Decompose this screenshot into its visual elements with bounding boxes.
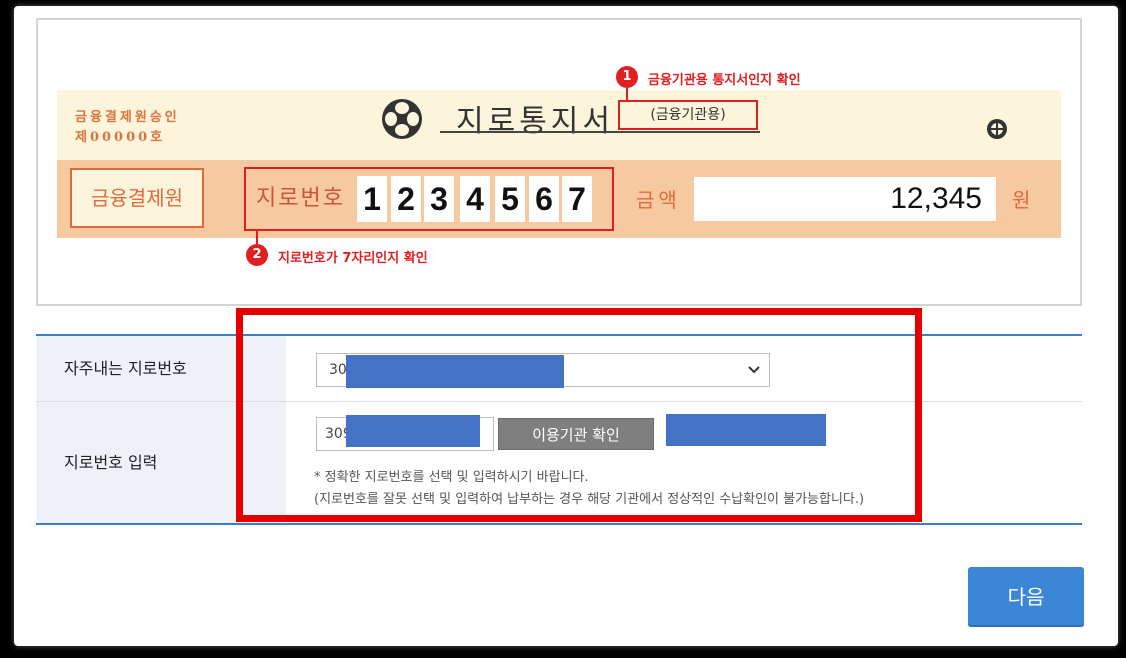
callout-1-text: 금융기관용 통지서인지 확인 <box>648 73 801 88</box>
callout-2-badge: 2 <box>246 244 268 266</box>
giro-digit: 5 <box>495 176 525 222</box>
giro-digit: 4 <box>460 176 490 222</box>
giro-digit: 1 <box>357 176 387 222</box>
next-button[interactable]: 다음 <box>968 567 1084 627</box>
giro-digit: 7 <box>562 176 592 222</box>
callout-2-text: 지로번호가 7자리인지 확인 <box>278 251 428 266</box>
form-highlight-box <box>236 308 922 522</box>
callout-1-badge: 1 <box>616 66 638 88</box>
slip-subtitle: (금융기관용) <box>618 100 758 130</box>
giro-digit: 6 <box>529 176 559 222</box>
giro-digit: 3 <box>424 176 454 222</box>
callout-2-leader <box>256 229 258 245</box>
approval-line-1: 금융결제원승인 <box>75 110 180 125</box>
registration-mark-icon <box>987 119 1007 139</box>
giro-logo-icon <box>382 99 422 139</box>
amount-value: 12,345 <box>694 177 996 221</box>
approval-number: 금융결제원승인 제00000호 <box>75 108 180 148</box>
title-underline <box>440 131 760 133</box>
callout-1-leader <box>626 88 628 102</box>
currency-label: 원 <box>1012 188 1031 212</box>
giro-digit: 2 <box>391 176 421 222</box>
form-bottom-border <box>36 523 1082 525</box>
giro-number-label: 지로번호 <box>256 186 345 211</box>
approval-line-2: 제00000호 <box>75 130 166 145</box>
amount-label: 금액 <box>636 188 681 212</box>
slip-title: 지로통지서 <box>456 104 614 139</box>
settlement-org-box: 금융결제원 <box>70 168 204 228</box>
